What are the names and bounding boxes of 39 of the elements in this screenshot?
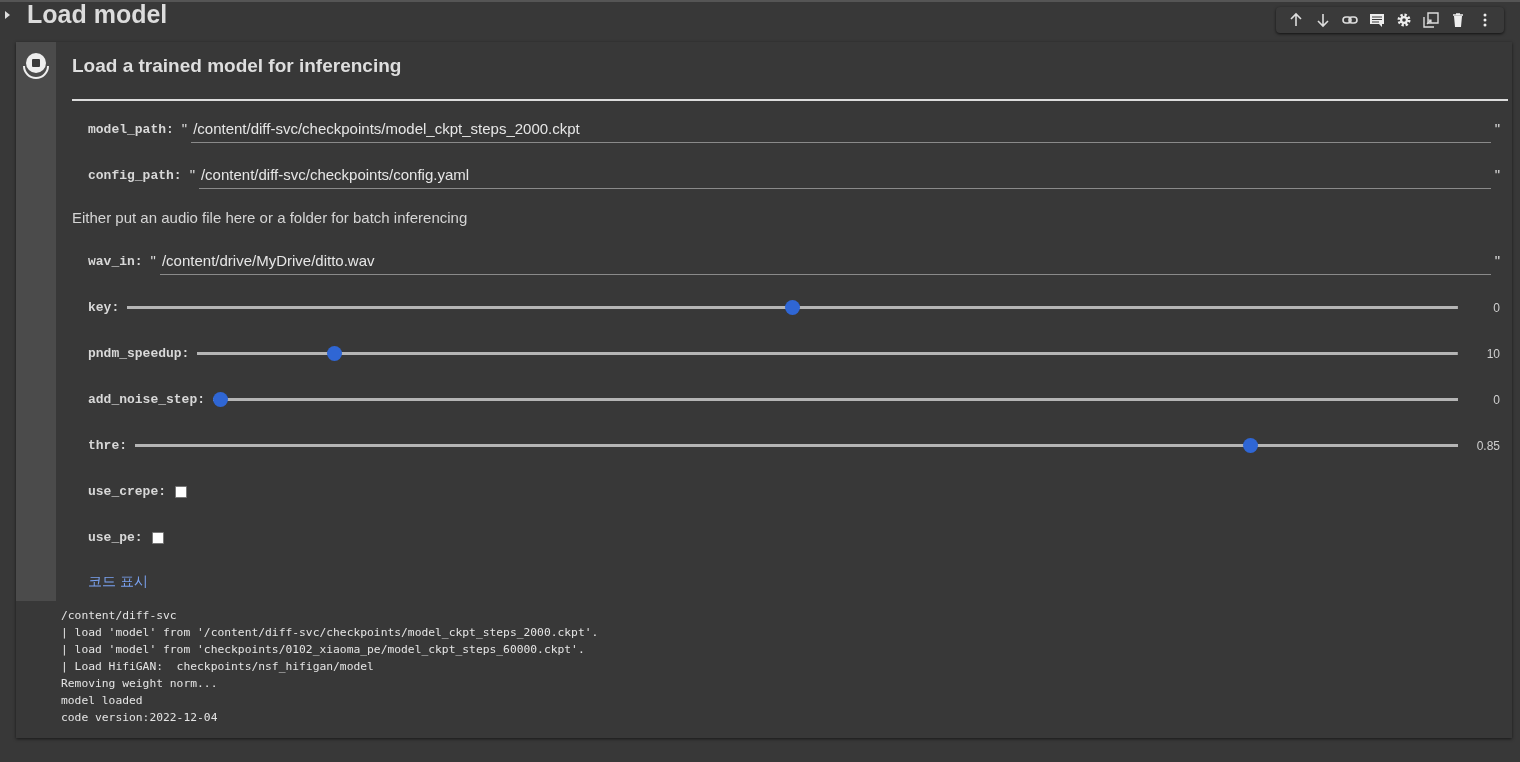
description-text: Either put an audio file here or a folder for batch inferencing [72,208,468,229]
slider-label: add_noise_step: [88,390,206,409]
caret-icon[interactable] [4,10,11,20]
slider-value: 0 [1492,391,1500,409]
settings-icon [1395,12,1412,28]
slider-thumb[interactable] [785,300,801,315]
quote-mark: " [1494,251,1500,272]
slider-label: pndm_speedup: [88,344,190,363]
output-text: /content/diff-svc | load 'model' from '/content/diff-svc/checkpoints/model_ckpt_steps_2000.ckpt'. | load 'model' from 'checkpoints/0102_xiaoma_pe/model_ckpt_steps_60000.ckpt'. | Load HifiGAN: checkpoints/nsf_hifigan/model Removing weight norm... model loaded code version:2022-12-04 [60,607,600,726]
checkbox-label: use_pe: [88,528,143,547]
slider-thumb[interactable] [213,392,229,407]
form-title: Load a trained model for inferencing [72,54,403,78]
checkbox-label: use_crepe: [88,482,166,501]
window-icon [1422,12,1439,28]
quote-mark: " [1494,165,1500,186]
slider-thumb[interactable] [1242,438,1258,453]
field-label: model_path: [88,120,174,139]
slider-value: 0.85 [1475,437,1500,455]
input-field[interactable]: /content/drive/MyDrive/ditto.wav [159,247,1491,276]
field-label: config_path: [88,166,182,185]
comment-icon [1368,12,1385,28]
slider-label: key: [88,298,120,317]
arrow-down-icon [1314,12,1331,28]
show-code-link[interactable]: 코드 표시 [88,572,148,589]
input-field[interactable]: /content/diff-svc/checkpoints/config.yaml [198,161,1491,190]
slider-value: 10 [1485,345,1500,363]
input-field[interactable]: /content/diff-svc/checkpoints/model_ckpt_steps_2000.ckpt [191,115,1491,144]
slider-thumb[interactable] [326,346,342,361]
quote-mark: " [1494,119,1500,140]
more-icon [1482,13,1487,27]
quote-mark: " [181,119,188,140]
slider-value: 0 [1492,299,1500,317]
slider-label: thre: [88,436,127,455]
quote-mark: " [150,251,156,272]
field-label: wav_in: [88,252,143,271]
checkbox[interactable] [175,485,187,498]
section-title: Load model [27,2,168,27]
quote-mark: " [189,165,195,186]
checkbox[interactable] [151,531,164,544]
